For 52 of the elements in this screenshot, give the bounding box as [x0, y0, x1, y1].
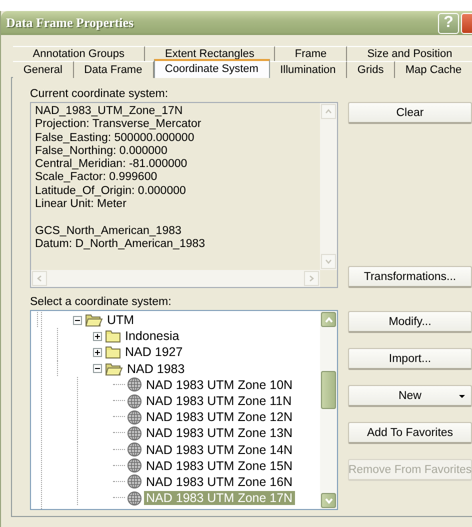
scroll-thumb[interactable]: [321, 371, 336, 409]
tab[interactable]: Grids: [347, 61, 396, 78]
tab[interactable]: Frame: [275, 46, 348, 61]
globe-icon: [127, 377, 142, 392]
window-title: Data Frame Properties: [6, 15, 135, 31]
globe-icon: [127, 442, 142, 458]
folder-icon: [85, 313, 103, 328]
globe-icon: [127, 458, 142, 474]
tab[interactable]: Map Cache: [395, 61, 472, 78]
tab[interactable]: General: [13, 61, 74, 78]
tree-item[interactable]: UTM: [105, 313, 136, 328]
tree-item[interactable]: NAD 1983 UTM Zone 13N: [144, 426, 295, 440]
globe-icon: [127, 426, 142, 441]
tree-item[interactable]: Indonesia: [123, 329, 182, 344]
scroll-down-button[interactable]: [321, 493, 336, 508]
button[interactable]: Clear: [348, 102, 472, 124]
section-label: Current coordinate system:: [30, 86, 170, 102]
tree-item[interactable]: NAD 1927: [123, 345, 185, 360]
tree-item[interactable]: NAD 1983 UTM Zone 14N: [144, 442, 295, 457]
caret-icon: [459, 395, 465, 398]
tree-item[interactable]: NAD 1983 UTM Zone 15N: [144, 458, 295, 473]
section-label: Select a coordinate system:: [30, 294, 172, 310]
tab[interactable]: Annotation Groups: [13, 46, 146, 61]
caret-up-icon: [324, 316, 332, 322]
button[interactable]: Add To Favorites: [348, 422, 472, 444]
globe-icon: [127, 394, 142, 409]
globe-icon: [127, 410, 142, 425]
tree-item[interactable]: NAD 1983 UTM Zone 12N: [144, 410, 295, 424]
folder-icon: [105, 362, 123, 376]
new-dropdown-button[interactable]: New: [348, 385, 472, 407]
scroll-up-button[interactable]: [321, 312, 336, 327]
collapse-icon[interactable]: [93, 364, 102, 374]
tab[interactable]: Coordinate System: [154, 59, 270, 78]
tree-item[interactable]: NAD 1983: [125, 362, 187, 376]
tree-item[interactable]: NAD 1983 UTM Zone 10N: [144, 378, 295, 392]
caret-down-icon: [324, 498, 332, 504]
coordinate-system-text: GCS_North_American_1983 Datum: D_North_American_1983: [35, 224, 206, 252]
tree-item[interactable]: NAD 1983 UTM Zone 16N: [144, 474, 295, 489]
tree-item[interactable]: NAD 1983 UTM Zone 11N: [144, 394, 294, 408]
coordinate-system-text: NAD_1983_UTM_Zone_17N Projection: Transverse_Mercator False_Easting: 500000.000000 False_Northing: 0.000000 Central_Meridian: -81.000000 Scale_Factor: 0.999600 Latitude_Of_Origin: 0.000000 Linear Unit: Meter: [35, 105, 202, 212]
expand-icon[interactable]: [93, 332, 102, 341]
globe-icon: [127, 474, 142, 490]
tab[interactable]: Illumination: [270, 61, 348, 78]
button[interactable]: Modify...: [348, 311, 472, 333]
folder-icon: [105, 345, 121, 360]
folder-icon: [105, 329, 121, 344]
button[interactable]: Transformations...: [348, 266, 472, 288]
button[interactable]: Import...: [348, 348, 472, 370]
collapse-icon[interactable]: [73, 316, 82, 325]
tab[interactable]: Data Frame: [74, 61, 154, 78]
globe-icon: [127, 490, 142, 506]
expand-icon[interactable]: [93, 348, 102, 357]
